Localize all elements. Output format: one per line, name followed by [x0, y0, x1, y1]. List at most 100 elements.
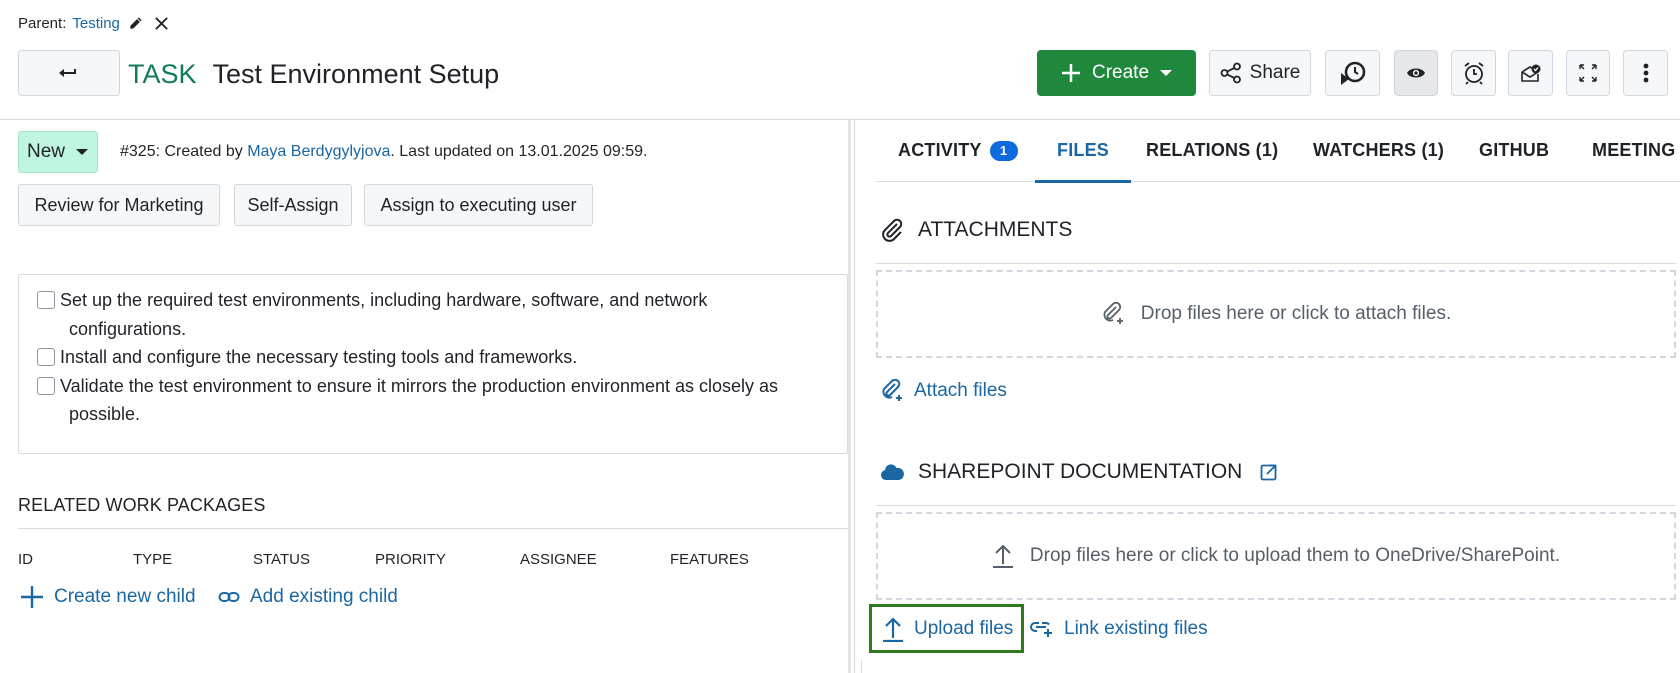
watch-eye-icon	[1406, 66, 1426, 80]
create-new-child-label: Create new child	[54, 586, 196, 607]
attachments-heading: ATTACHMENTS	[880, 218, 1072, 242]
upload-files-button[interactable]: Upload files	[869, 604, 1025, 653]
tab-files-label: FILES	[1057, 140, 1110, 160]
add-existing-child-link[interactable]: Add existing child	[218, 583, 398, 611]
link-icon	[218, 591, 240, 603]
cloud-icon	[880, 462, 904, 482]
plus-icon	[20, 585, 44, 609]
email-notification-button[interactable]	[1508, 50, 1553, 96]
column-header-features[interactable]: FEATURES	[670, 551, 749, 568]
sharepoint-title: SHAREPOINT DOCUMENTATION	[918, 460, 1243, 483]
review-for-marketing-button[interactable]: Review for Marketing	[18, 184, 220, 226]
panel-divider	[854, 120, 855, 673]
tab-github-label: GITHUB	[1479, 140, 1550, 160]
tab-meeting[interactable]: MEETING	[1592, 120, 1675, 181]
panel-resize-handle[interactable]	[848, 120, 851, 673]
related-divider	[18, 528, 848, 529]
column-header-priority[interactable]: PRIORITY	[375, 551, 446, 568]
plus-icon	[1060, 62, 1082, 84]
share-icon	[1220, 62, 1242, 84]
baseline-comparison-icon	[1339, 60, 1367, 86]
reminder-alarm-icon	[1463, 61, 1485, 85]
tab-bar: ACTIVITY 1 FILES RELATIONS (1) WATCHERS …	[876, 120, 1680, 183]
share-button[interactable]: Share	[1209, 50, 1311, 96]
upload-icon	[882, 616, 904, 642]
self-assign-button[interactable]: Self-Assign	[234, 184, 352, 226]
task-text: Install and configure the necessary test…	[60, 347, 578, 367]
sharepoint-divider	[876, 505, 1676, 506]
attachments-dropzone-text: Drop files here or click to attach files…	[1140, 303, 1452, 324]
create-button[interactable]: Create	[1037, 50, 1196, 96]
watch-button[interactable]	[1394, 50, 1438, 96]
close-icon[interactable]	[152, 13, 172, 33]
meta-prefix: #325: Created by	[120, 143, 248, 160]
more-button[interactable]	[1623, 50, 1668, 96]
task-list-item: Validate the test environment to ensure …	[37, 372, 835, 429]
page-title: TASK Test Environment Setup	[128, 56, 499, 92]
tab-files[interactable]: FILES	[1035, 120, 1132, 183]
external-link-icon[interactable]	[1260, 463, 1278, 481]
resize-grip	[861, 660, 862, 673]
author-link[interactable]: Maya Berdygylyjova	[247, 143, 390, 160]
task-text-continued: configurations.	[69, 318, 187, 339]
task-checkbox[interactable]	[37, 376, 55, 395]
task-list-item: Set up the required test environments, i…	[37, 286, 835, 343]
subject-title[interactable]: Test Environment Setup	[213, 59, 500, 90]
caret-down-icon	[75, 148, 89, 156]
related-work-packages-heading: RELATED WORK PACKAGES	[18, 495, 266, 515]
reminder-button[interactable]	[1451, 50, 1496, 96]
task-text: Set up the required test environments, i…	[60, 290, 708, 310]
work-package-meta: #325: Created by Maya Berdygylyjova. Las…	[120, 143, 647, 161]
create-new-child-link[interactable]: Create new child	[20, 583, 196, 611]
tab-watchers-label: WATCHERS (1)	[1313, 140, 1445, 160]
sharepoint-dropzone[interactable]: Drop files here or click to upload them …	[876, 512, 1676, 600]
attach-files-link[interactable]: Attach files	[880, 371, 1007, 411]
tab-watchers[interactable]: WATCHERS (1)	[1313, 120, 1444, 181]
description-editor[interactable]: Set up the required test environments, i…	[18, 274, 848, 454]
task-checkbox[interactable]	[37, 291, 55, 309]
type-label: TASK	[128, 58, 197, 89]
column-header-type[interactable]: TYPE	[133, 551, 172, 568]
attach-files-label: Attach files	[914, 380, 1007, 401]
parent-label: Parent:	[18, 14, 67, 32]
baseline-comparison-button[interactable]	[1325, 50, 1380, 96]
sharepoint-dropzone-text: Drop files here or click to upload them …	[1029, 545, 1561, 566]
sharepoint-heading: SHAREPOINT DOCUMENTATION	[880, 460, 1278, 484]
pencil-icon[interactable]	[126, 13, 146, 33]
tab-relations[interactable]: RELATIONS (1)	[1146, 120, 1278, 181]
more-vertical-icon	[1643, 63, 1649, 83]
column-header-assignee[interactable]: ASSIGNEE	[520, 551, 597, 568]
upload-icon	[992, 544, 1014, 568]
parent-link[interactable]: Testing	[72, 15, 120, 32]
column-header-id[interactable]: ID	[18, 551, 33, 568]
status-dropdown[interactable]: New	[18, 131, 98, 173]
create-label: Create	[1091, 62, 1150, 83]
attachments-dropzone[interactable]: Drop files here or click to attach files…	[876, 270, 1676, 358]
task-list-item: Install and configure the necessary test…	[37, 343, 835, 372]
attachments-divider	[876, 263, 1676, 264]
activity-badge: 1	[989, 140, 1018, 161]
tab-activity[interactable]: ACTIVITY 1	[898, 120, 1018, 181]
attach-file-icon	[1101, 302, 1125, 326]
link-existing-files-link[interactable]: Link existing files	[1030, 609, 1208, 649]
status-label: New	[26, 141, 65, 162]
tab-relations-label: RELATIONS (1)	[1146, 140, 1279, 160]
task-text: Validate the test environment to ensure …	[60, 375, 779, 396]
assign-executing-user-button[interactable]: Assign to executing user	[364, 184, 593, 226]
tab-github[interactable]: GITHUB	[1479, 120, 1549, 181]
back-button[interactable]	[18, 50, 120, 96]
parent-line: Parent: Testing	[18, 12, 172, 34]
link-file-icon	[1030, 620, 1054, 638]
add-existing-child-label: Add existing child	[250, 586, 398, 607]
link-existing-files-label: Link existing files	[1064, 618, 1208, 639]
tab-activity-label: ACTIVITY	[898, 140, 982, 160]
attachments-title: ATTACHMENTS	[918, 218, 1073, 241]
back-arrow-icon	[59, 67, 79, 79]
task-checkbox[interactable]	[37, 348, 55, 366]
fullscreen-icon	[1578, 63, 1598, 83]
task-text-continued: possible.	[69, 404, 141, 424]
tab-meeting-label: MEETING	[1592, 140, 1676, 160]
column-header-status[interactable]: STATUS	[253, 551, 310, 568]
fullscreen-button[interactable]	[1566, 50, 1610, 96]
paperclip-icon	[880, 218, 904, 242]
